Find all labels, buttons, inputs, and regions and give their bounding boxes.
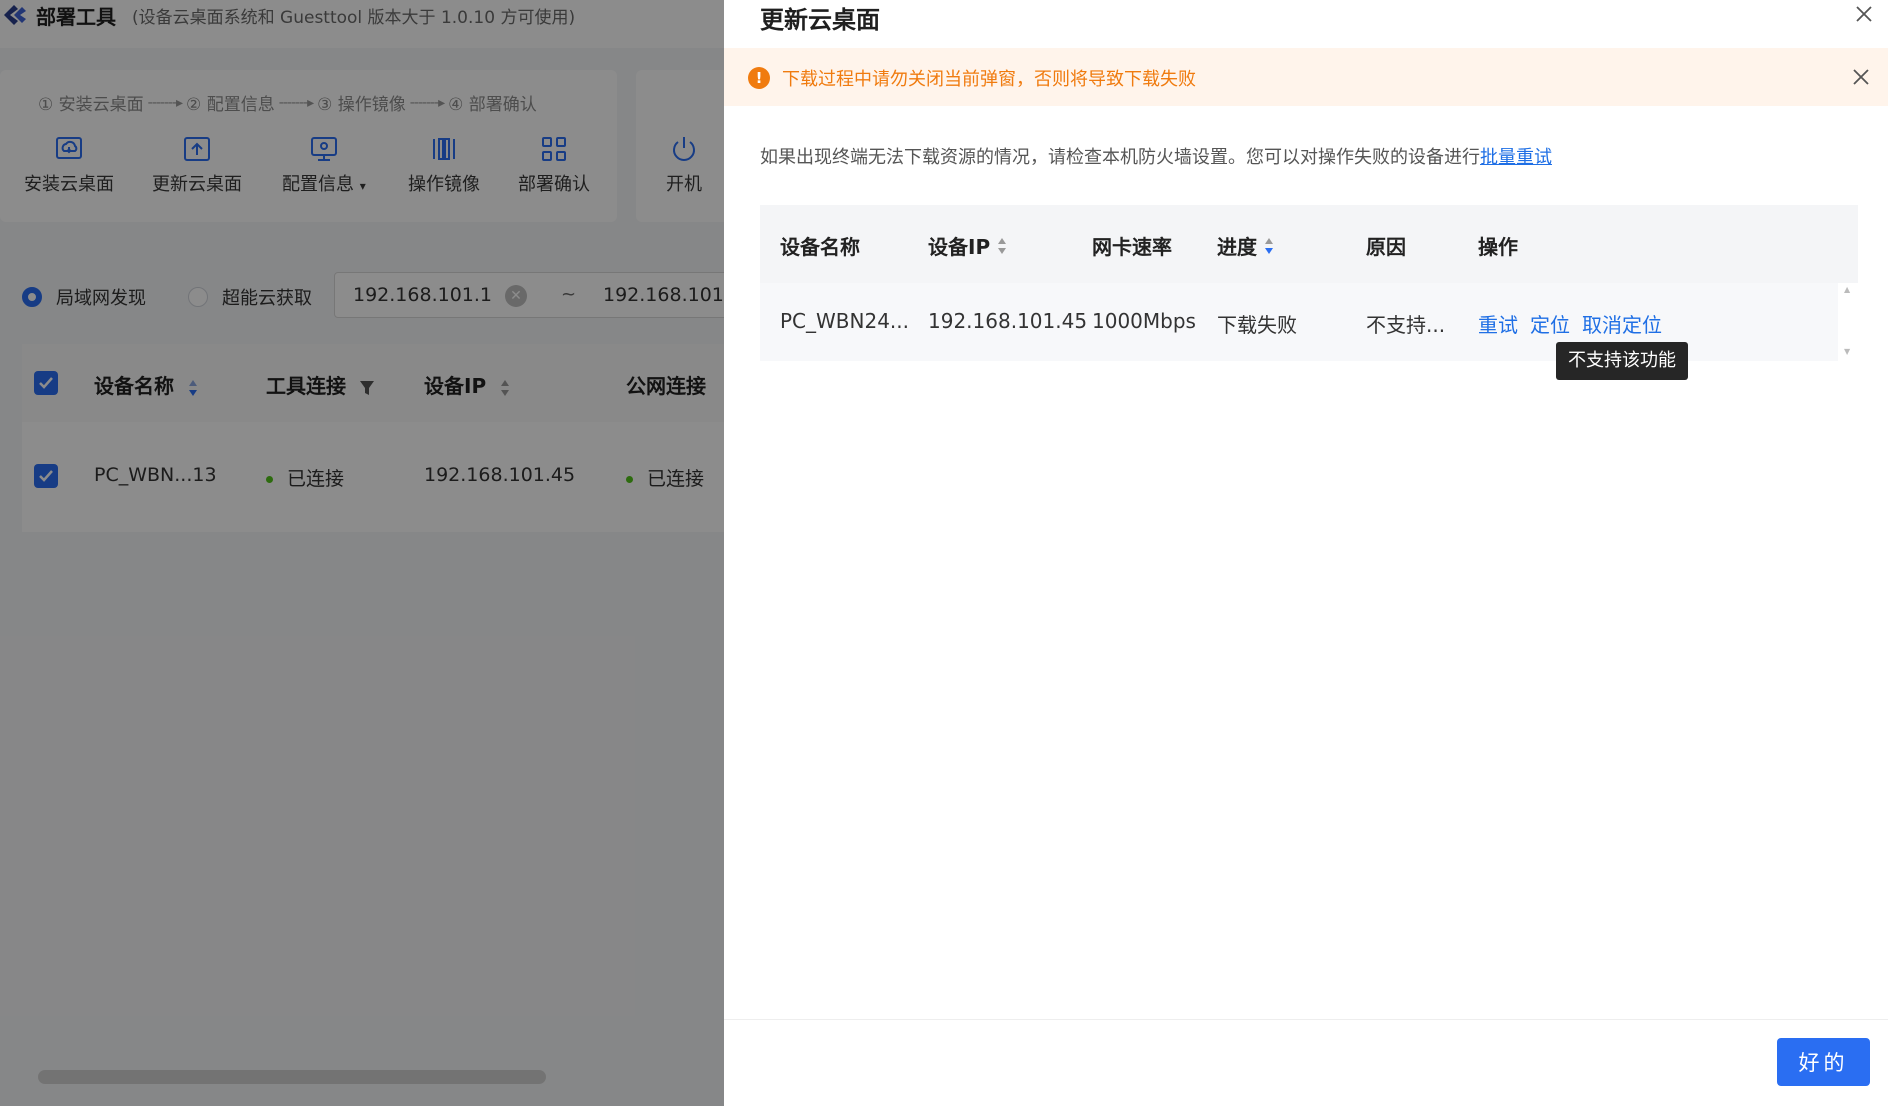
col-progress[interactable]: 进度 [1217,231,1275,260]
warning-icon: ! [748,67,770,89]
cell-device-ip: 192.168.101.45 [928,309,1088,333]
cancel-locate-button[interactable]: 取消定位 [1582,313,1662,337]
scroll-down-icon[interactable]: ▼ [1844,347,1850,356]
col-device-ip[interactable]: 设备IP [928,231,1008,260]
col-device-name: 设备名称 [780,235,860,259]
drawer-title: 更新云桌面 [760,6,880,34]
retry-button[interactable]: 重试 [1478,313,1518,337]
reason-tooltip: 不支持该功能 [1556,342,1688,380]
col-actions: 操作 [1478,235,1518,259]
table-header: 设备名称 设备IP 网卡速率 进度 原因 操作 [760,205,1858,283]
firewall-hint: 如果出现终端无法下载资源的情况，请检查本机防火墙设置。您可以对操作失败的设备进行… [760,147,1552,168]
ok-button[interactable]: 好的 [1777,1038,1870,1086]
sort-icon[interactable] [996,236,1008,256]
cell-progress: 下载失败 [1217,313,1297,337]
close-icon[interactable] [1854,4,1874,24]
cell-actions: 重试 定位 取消定位 [1478,309,1674,338]
warning-alert: ! 下载过程中请勿关闭当前弹窗，否则将导致下载失败 [724,48,1888,106]
sort-icon[interactable] [1263,236,1275,256]
close-icon[interactable] [1852,68,1870,86]
update-status-table: 设备名称 设备IP 网卡速率 进度 原因 操作 PC_WBN24... 192.… [760,205,1858,361]
drawer-footer-divider [724,1019,1888,1020]
col-nic-speed: 网卡速率 [1092,235,1172,259]
cell-nic-speed: 1000Mbps [1092,309,1196,333]
batch-retry-link[interactable]: 批量重试 [1480,147,1552,168]
alert-text: 下载过程中请勿关闭当前弹窗，否则将导致下载失败 [782,69,1196,90]
update-desktop-drawer: 更新云桌面 ! 下载过程中请勿关闭当前弹窗，否则将导致下载失败 如果出现终端无法… [724,0,1888,1106]
locate-button[interactable]: 定位 [1530,313,1570,337]
cell-device-name: PC_WBN24... [780,309,910,333]
col-reason: 原因 [1366,235,1406,259]
scroll-up-icon[interactable]: ▲ [1844,285,1850,294]
cell-reason[interactable]: 不支持... [1366,309,1445,338]
